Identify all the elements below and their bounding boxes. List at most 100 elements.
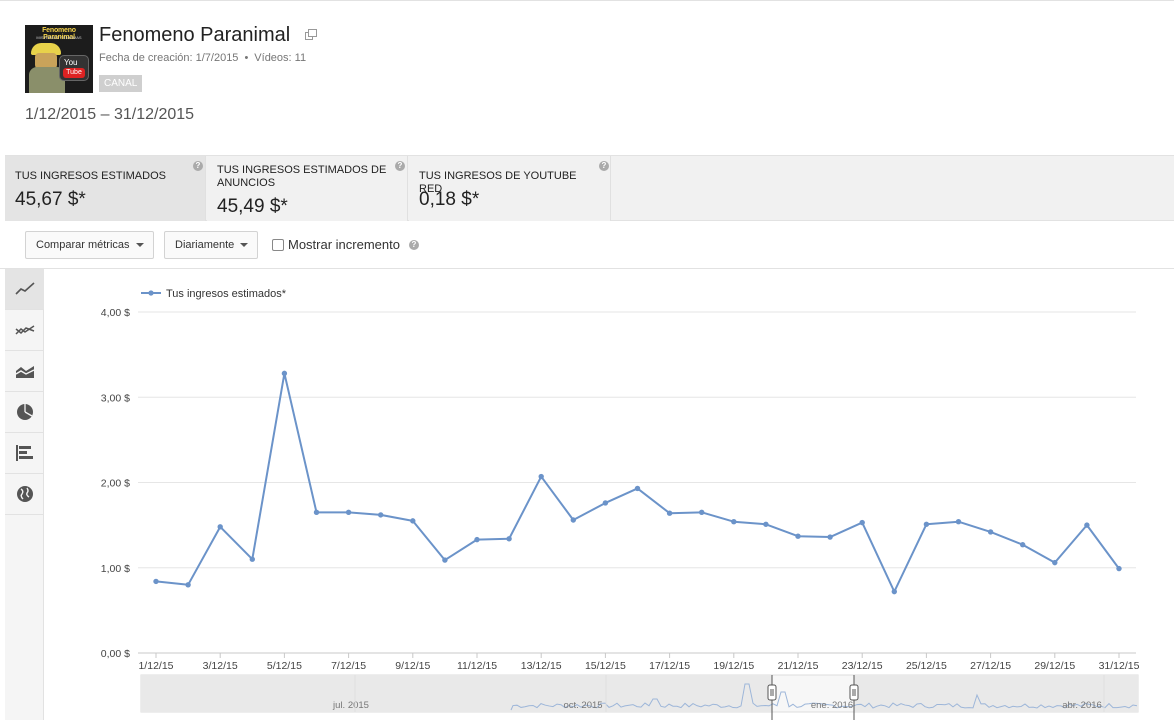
meta-separator: • [244,52,249,64]
youtube-logo-you: You [64,58,78,67]
revenue-line-chart: Tus ingresos estimados* 0,00 $ 1,00 $ 2,00… [101,288,1140,720]
thumbnail-youtube-logo: You Tube [59,55,89,81]
x-tick-label: 7/12/15 [331,660,366,672]
data-point [602,500,609,506]
x-axis: 1/12/15 3/12/15 5/12/15 7/12/15 9/12/15 11/12… [138,653,1140,672]
pie-chart-icon [17,404,33,420]
y-axis: 0,00 $ 1,00 $ 2,00 $ 3,00 $ 4,00 $ [101,307,130,660]
navigator-label: abr. 2016 [1062,700,1102,711]
data-point [217,524,223,530]
chart-grid [138,311,1136,654]
data-point [281,370,288,377]
creation-date: Fecha de creación: 1/7/2015 [99,52,239,64]
data-point [891,588,897,595]
chart-type-pie-button[interactable] [5,392,44,433]
chevron-down-icon [136,243,144,247]
metric-label: TUS INGRESOS ESTIMADOS DE ANUNCIOS [217,164,387,189]
data-point [859,519,865,526]
data-point [634,485,641,492]
x-tick-label: 27/12/15 [970,660,1011,672]
thumbnail-subtitle: MISTERIOS Y ENIGMAS [36,35,82,40]
compare-metrics-dropdown[interactable]: Comparar métricas [25,231,154,259]
metric-value: 0,18 $* [419,189,480,210]
chart-type-stacked-area-button[interactable] [5,351,44,392]
chart-type-multiline-button[interactable] [5,310,44,351]
navigator-label: oct. 2015 [563,700,602,711]
x-tick-label: 31/12/15 [1099,660,1140,672]
y-tick-label: 1,00 $ [101,563,130,575]
navigator-label: jul. 2015 [332,700,369,711]
x-tick-label: 15/12/15 [585,660,626,672]
data-point [313,509,320,516]
channel-header: Fenomeno Paranimal MISTERIOS Y ENIGMAS Y… [0,0,1174,155]
data-point [795,533,801,539]
data-point [1020,542,1026,548]
y-tick-label: 0,00 $ [101,648,130,660]
x-tick-label: 25/12/15 [906,660,947,672]
interval-dropdown[interactable]: Diariamente [164,231,258,259]
legend-label: Tus ingresos estimados* [166,288,287,300]
multiline-chart-icon [15,325,35,335]
channel-title[interactable]: Fenomeno Paranimal [99,24,290,47]
chart-type-map-button[interactable] [5,474,44,515]
bar-chart-icon [16,445,33,461]
help-icon[interactable]: ? [409,240,419,250]
data-point [410,518,416,524]
chart-toolbar: Comparar métricas Diariamente Mostrar in… [0,221,1174,269]
line-chart-icon [15,282,35,295]
chart-type-line-button[interactable] [5,269,44,310]
video-count: Vídeos: 11 [254,52,307,64]
x-tick-label: 3/12/15 [203,660,238,672]
external-link-icon[interactable] [305,29,317,40]
data-point [1052,559,1058,566]
metric-label: TUS INGRESOS ESTIMADOS [15,170,166,182]
range-navigator[interactable]: jul. 2015 oct. 2015 ene. 2016 abr. 2016 [140,674,1139,720]
data-point [506,536,512,542]
chart-type-bar-button[interactable] [5,433,44,474]
help-icon[interactable]: ? [193,161,203,171]
show-growth-label[interactable]: Mostrar incremento [288,237,400,252]
data-point [923,521,930,527]
x-tick-label: 29/12/15 [1034,660,1075,672]
help-icon[interactable]: ? [395,161,405,171]
interval-label: Diariamente [175,239,235,251]
globe-map-icon [17,486,33,502]
x-tick-label: 5/12/15 [267,660,302,672]
data-point [474,536,480,543]
navigator-handle[interactable] [849,684,859,701]
x-tick-label: 17/12/15 [649,660,690,672]
data-point [378,512,384,518]
data-point [249,556,255,562]
show-growth-checkbox[interactable] [272,239,284,251]
chart-legend[interactable]: Tus ingresos estimados* [141,288,287,300]
youtube-logo-tube: Tube [63,68,85,78]
channel-thumbnail[interactable]: Fenomeno Paranimal MISTERIOS Y ENIGMAS Y… [25,25,93,93]
date-range: 1/12/2015 – 31/12/2015 [25,106,195,123]
channel-meta: Fecha de creación: 1/7/2015 • Vídeos: 11 [99,52,306,64]
compare-metrics-label: Comparar métricas [36,239,130,251]
y-tick-label: 3,00 $ [101,392,130,404]
x-tick-label: 9/12/15 [395,660,430,672]
metric-card-ad-revenue[interactable]: TUS INGRESOS ESTIMADOS DE ANUNCIOS 45,49… [207,156,408,221]
data-point [827,534,833,540]
data-point [987,529,994,535]
chevron-down-icon [240,243,248,247]
help-icon[interactable]: ? [599,161,609,171]
x-tick-label: 21/12/15 [778,660,819,672]
x-tick-label: 23/12/15 [842,660,883,672]
data-point [1084,522,1090,528]
metric-card-youtube-red-revenue[interactable]: TUS INGRESOS DE YOUTUBE RED 0,18 $* ? [409,156,611,221]
navigator-handle[interactable] [767,684,777,701]
legend-marker [148,290,154,296]
metric-value: 45,67 $* [15,189,86,210]
x-tick-label: 1/12/15 [138,660,173,672]
data-point [955,519,962,525]
channel-type-badge: CANAL [99,75,143,92]
metric-card-estimated-revenue[interactable]: TUS INGRESOS ESTIMADOS 45,67 $* ? [5,156,206,221]
data-point [442,557,448,563]
y-tick-label: 4,00 $ [101,307,130,319]
data-point [538,473,544,480]
metrics-bar: TUS INGRESOS ESTIMADOS 45,67 $* ? TUS IN… [5,155,1174,221]
metric-value: 45,49 $* [217,196,288,217]
data-point [570,517,576,523]
